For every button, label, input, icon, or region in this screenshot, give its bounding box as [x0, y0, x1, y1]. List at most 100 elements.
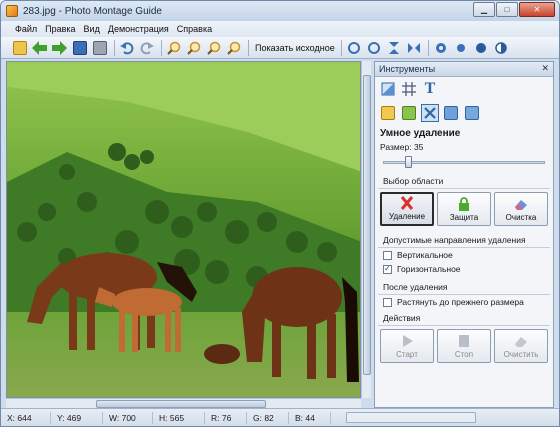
zoom-out-button[interactable] — [185, 39, 203, 57]
toolbar-separator — [340, 39, 342, 56]
rescale-tool-button[interactable] — [442, 104, 460, 122]
horizontal-scrollbar[interactable] — [6, 398, 361, 408]
image-canvas[interactable] — [6, 61, 361, 398]
horizontal-checkbox[interactable]: ✓ — [383, 264, 392, 274]
clear-all-button[interactable]: Очистить — [494, 329, 548, 363]
toolbar: Показать исходное — [1, 37, 559, 59]
rotate-left-button[interactable] — [345, 39, 363, 57]
start-button[interactable]: Старт — [380, 329, 434, 363]
contrast-button[interactable] — [492, 39, 510, 57]
zoom-actual-button[interactable] — [225, 39, 243, 57]
menu-demo[interactable]: Демонстрация — [108, 24, 169, 34]
stop-button[interactable]: Стоп — [437, 329, 491, 363]
smart-remove-tool-button[interactable] — [421, 104, 439, 122]
status-g: G: 82 — [247, 411, 289, 424]
retouch-icon — [465, 106, 479, 120]
zoom-in-button[interactable] — [165, 39, 183, 57]
window-controls: ▁ □ ✕ — [472, 2, 555, 17]
back-button[interactable] — [31, 39, 49, 57]
zoom-out-icon — [187, 41, 201, 55]
print-button[interactable] — [91, 39, 109, 57]
circle-icon — [475, 42, 486, 53]
open-button[interactable] — [11, 39, 29, 57]
crop-tool-button[interactable] — [379, 80, 397, 98]
grid-tool-button[interactable] — [400, 80, 418, 98]
vertical-label: Вертикальное — [397, 250, 453, 260]
grid-icon — [402, 82, 416, 96]
floppy-icon — [73, 40, 87, 55]
close-button[interactable]: ✕ — [519, 2, 555, 17]
zoom-fit-button[interactable] — [205, 39, 223, 57]
redo-button[interactable] — [138, 39, 156, 57]
stop-label: Стоп — [454, 350, 474, 359]
delete-area-button[interactable]: Удаление — [380, 192, 434, 226]
contrast-icon — [494, 41, 507, 54]
flip-vertical-icon — [388, 41, 399, 54]
after-group-label: После удаления — [378, 276, 550, 295]
size-label: Размер: 35 — [380, 142, 424, 152]
panel-close-icon[interactable]: ✕ — [541, 63, 549, 74]
protect-area-button[interactable]: Защита — [437, 192, 491, 226]
vertical-scrollbar[interactable] — [361, 61, 371, 398]
area-group-label: Выбор области — [378, 168, 550, 189]
gear-icon — [435, 42, 446, 53]
text-tool-button[interactable]: T — [421, 80, 439, 98]
status-y: Y: 469 — [51, 411, 103, 424]
brightness-button[interactable] — [452, 39, 470, 57]
flip-vertical-button[interactable] — [385, 39, 403, 57]
zoom-in-icon — [167, 41, 181, 55]
eraser-icon — [515, 337, 527, 347]
show-original-button[interactable]: Показать исходное — [252, 43, 338, 53]
clone-tool-button[interactable] — [379, 104, 397, 122]
action-buttons: Старт Стоп Очистить — [375, 326, 553, 366]
horizontal-option[interactable]: ✓ Горизонтальное — [375, 262, 553, 276]
horizontal-scroll-thumb[interactable] — [96, 400, 266, 408]
toolbar-separator — [161, 39, 162, 56]
zoom-fit-icon — [207, 41, 221, 55]
minimize-button[interactable]: ▁ — [473, 2, 495, 17]
clear-area-button[interactable]: Очистка — [494, 192, 548, 226]
stretch-checkbox[interactable] — [383, 297, 392, 307]
vertical-option[interactable]: Вертикальное — [375, 248, 553, 262]
stretch-option[interactable]: Растянуть до прежнего размера — [375, 295, 553, 309]
stamp-tool-button[interactable] — [400, 104, 418, 122]
rescale-icon — [444, 106, 458, 120]
panel-header: Инструменты ✕ — [375, 62, 553, 77]
stretch-label: Растянуть до прежнего размера — [397, 297, 524, 307]
menu-help[interactable]: Справка — [177, 24, 212, 34]
app-window: 283.jpg - Photo Montage Guide ▁ □ ✕ Файл… — [0, 0, 560, 427]
status-bar: X: 644 Y: 469 W: 700 H: 565 R: 76 G: 82 … — [1, 408, 559, 426]
menu-bar: Файл Правка Вид Демонстрация Справка — [1, 21, 559, 37]
flip-horizontal-button[interactable] — [405, 39, 423, 57]
vertical-scroll-thumb[interactable] — [363, 75, 371, 375]
redo-icon — [140, 41, 154, 54]
play-icon — [403, 335, 413, 347]
size-slider[interactable] — [383, 156, 545, 168]
status-r: R: 76 — [205, 411, 247, 424]
delete-area-label: Удаление — [388, 212, 426, 221]
rotate-right-button[interactable] — [365, 39, 383, 57]
retouch-tool-button[interactable] — [463, 104, 481, 122]
app-icon — [6, 5, 18, 17]
progress-bar — [346, 412, 476, 423]
save-button[interactable] — [71, 39, 89, 57]
lock-icon — [459, 197, 469, 211]
maximize-button[interactable]: □ — [496, 2, 518, 17]
tool-options — [375, 101, 553, 125]
toolbar-separator — [114, 39, 115, 56]
menu-view[interactable]: Вид — [84, 24, 100, 34]
settings-button[interactable] — [432, 39, 450, 57]
vertical-checkbox[interactable] — [383, 250, 392, 260]
smart-remove-icon — [424, 107, 436, 119]
title-bar: 283.jpg - Photo Montage Guide ▁ □ ✕ — [1, 1, 559, 21]
menu-file[interactable]: Файл — [15, 24, 37, 34]
arrow-right-icon — [52, 40, 67, 55]
slider-thumb[interactable] — [405, 156, 412, 168]
forward-button[interactable] — [51, 39, 69, 57]
adjust-button[interactable] — [472, 39, 490, 57]
tool-categories: T — [375, 77, 553, 101]
horizontal-label: Горизонтальное — [397, 264, 461, 274]
area-buttons: Удаление Защита Очистка — [375, 189, 553, 229]
undo-button[interactable] — [118, 39, 136, 57]
menu-edit[interactable]: Правка — [45, 24, 75, 34]
